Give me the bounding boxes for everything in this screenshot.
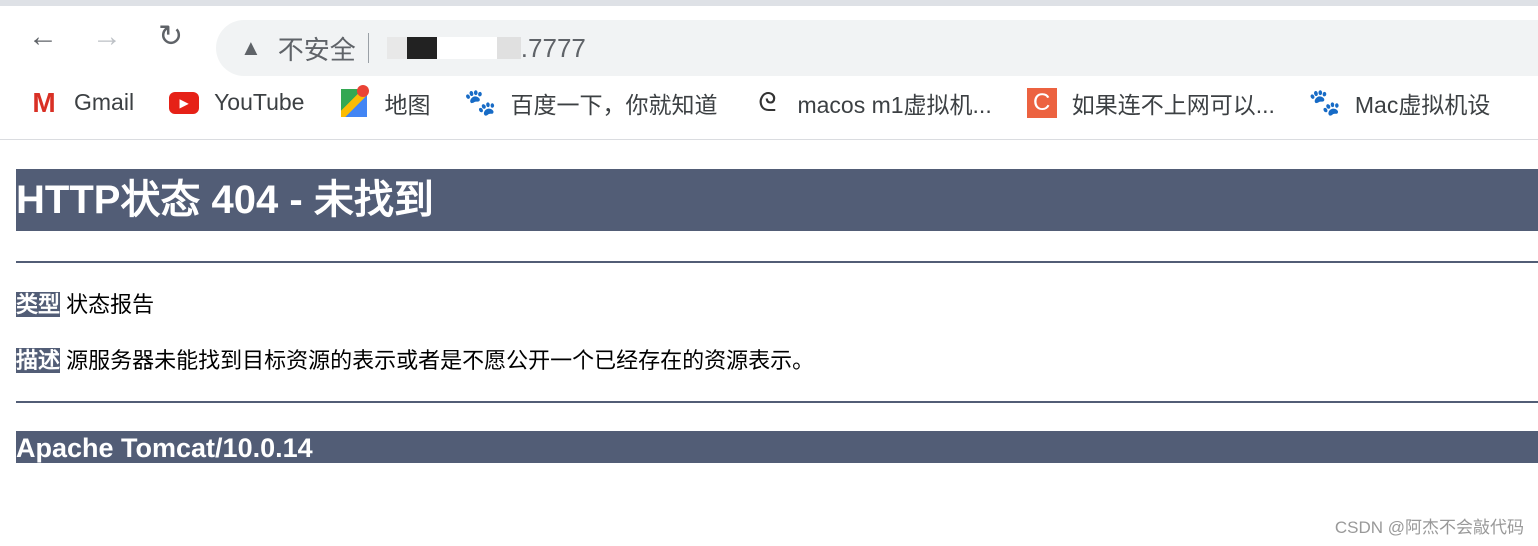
server-footer: Apache Tomcat/10.0.14 [16, 431, 1538, 463]
youtube-icon: ▶ [168, 87, 200, 119]
bookmark-label: 如果连不上网可以... [1071, 91, 1275, 118]
bookmark-label: macos m1虚拟机... [797, 91, 992, 118]
page-title: HTTP状态 404 - 未找到 [16, 169, 1538, 231]
redacted-url [496, 37, 521, 59]
warning-icon[interactable]: ▲ [240, 35, 262, 61]
browser-toolbar: ← → ↻ ▲ 不安全 .7777 [0, 6, 1538, 76]
type-value: 状态报告 [66, 292, 155, 317]
description-row: 描述 源服务器未能找到目标资源的表示或者是不愿公开一个已经存在的资源表示。 [16, 347, 1538, 375]
baidu-icon: 🐾 [464, 87, 497, 117]
forward-button[interactable]: → [92, 22, 122, 52]
google-maps-icon [338, 84, 370, 119]
divider [367, 33, 369, 63]
redacted-url [436, 37, 497, 59]
bookmark-maps[interactable]: 地图 [338, 84, 431, 120]
address-bar[interactable]: ▲ 不安全 .7777 [216, 20, 1538, 76]
bookmark-label: 地图 [384, 91, 431, 118]
bookmark-macos[interactable]: ᘓ macos m1虚拟机... [751, 86, 991, 120]
divider [16, 261, 1538, 263]
back-button[interactable]: ← [28, 22, 58, 52]
page-content: HTTP状态 404 - 未找到 类型 状态报告 描述 源服务器未能找到目标资源… [0, 169, 1538, 463]
csdn-icon: C [1026, 87, 1058, 119]
security-label[interactable]: 不安全 [278, 30, 356, 67]
bookmark-youtube[interactable]: ▶ YouTube [168, 87, 304, 119]
bookmark-baidu-mac[interactable]: 🐾 Mac虚拟机设 [1308, 86, 1491, 120]
site-icon: ᘓ [758, 86, 777, 117]
description-value: 源服务器未能找到目标资源的表示或者是不愿公开一个已经存在的资源表示。 [66, 348, 815, 373]
type-label: 类型 [16, 292, 61, 317]
redacted-url [406, 37, 437, 59]
bookmarks-bar: M Gmail ▶ YouTube 地图 🐾 百度一下，你就知道 ᘓ macos m1虚… [0, 66, 1538, 140]
gmail-icon: M [32, 86, 56, 118]
bookmark-label: 百度一下，你就知道 [510, 91, 718, 118]
bookmark-csdn[interactable]: C 如果连不上网可以... [1026, 86, 1275, 120]
divider [16, 401, 1538, 403]
bookmark-baidu[interactable]: 🐾 百度一下，你就知道 [464, 86, 717, 120]
reload-button[interactable]: ↻ [158, 22, 183, 52]
type-row: 类型 状态报告 [16, 291, 1538, 319]
redacted-url [386, 37, 407, 59]
bookmark-label: Gmail [74, 89, 135, 115]
url-text[interactable]: .7777 [521, 33, 586, 64]
baidu-icon: 🐾 [1308, 87, 1342, 117]
description-label: 描述 [16, 348, 61, 373]
bookmark-label: YouTube [214, 89, 305, 115]
watermark: CSDN @阿杰不会敲代码 [1334, 518, 1524, 537]
bookmark-label: Mac虚拟机设 [1354, 91, 1491, 118]
bookmark-gmail[interactable]: M Gmail [28, 87, 134, 119]
